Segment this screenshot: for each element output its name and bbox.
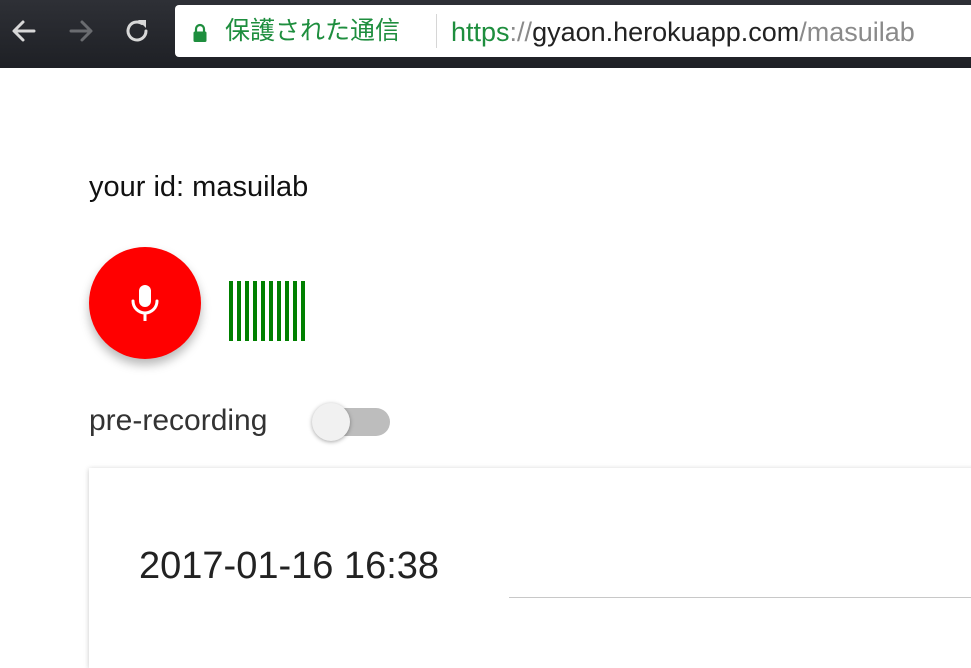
security-status-label: 保護された通信 [225, 17, 401, 45]
arrow-right-icon [69, 20, 93, 42]
level-bar [261, 281, 265, 341]
pre-recording-label: pre-recording [89, 404, 268, 437]
toggle-knob[interactable] [312, 403, 350, 441]
url-text: https://gyaon.herokuapp.com/masuilab [451, 17, 915, 47]
microphone-icon [131, 285, 159, 321]
page-content: your id: masuilab pre-recording 2017-01-… [0, 68, 971, 668]
level-bar [253, 281, 257, 341]
level-bar [277, 281, 281, 341]
reload-icon [126, 20, 148, 42]
back-button[interactable] [9, 16, 39, 46]
divider [509, 597, 971, 598]
url-host: gyaon.herokuapp.com [532, 17, 800, 47]
level-bar [285, 281, 289, 341]
forward-button[interactable] [66, 16, 96, 46]
level-bar [245, 281, 249, 341]
arrow-left-icon [12, 20, 36, 42]
url-path: /masuilab [799, 17, 915, 47]
level-bar [269, 281, 273, 341]
address-bar-divider [436, 14, 437, 48]
user-id-label: your id: masuilab [89, 171, 309, 203]
recording-timestamp: 2017-01-16 16:38 [139, 545, 440, 587]
level-bar [237, 281, 241, 341]
pre-recording-toggle[interactable] [312, 403, 390, 441]
address-bar[interactable]: 保護された通信 https://gyaon.herokuapp.com/masu… [175, 5, 971, 57]
reload-button[interactable] [122, 16, 152, 46]
recording-card[interactable]: 2017-01-16 16:38 [89, 468, 971, 668]
lock-icon [193, 23, 207, 42]
level-bar [293, 281, 297, 341]
url-separator: :// [509, 17, 533, 47]
level-bar [301, 281, 305, 341]
audio-level-meter [229, 281, 305, 341]
browser-toolbar: 保護された通信 https://gyaon.herokuapp.com/masu… [0, 0, 971, 68]
level-bar [229, 281, 233, 341]
url-scheme: https [451, 17, 510, 47]
record-button[interactable] [89, 247, 201, 359]
